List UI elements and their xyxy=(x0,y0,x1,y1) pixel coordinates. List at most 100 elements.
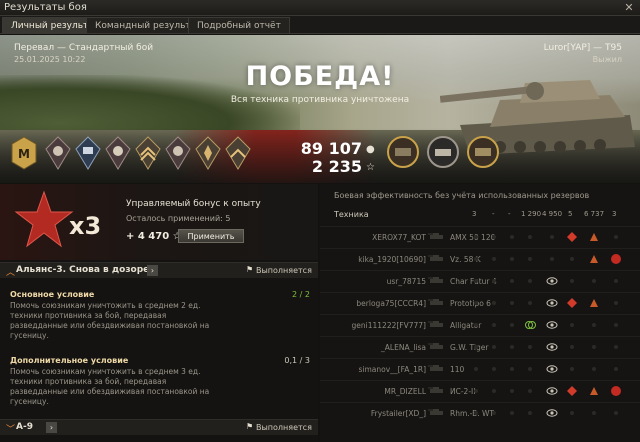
empty-stat-icon xyxy=(524,231,536,243)
empty-stat-icon xyxy=(610,231,622,243)
table-row[interactable]: XEROX77_KOT AMX 50 120 xyxy=(320,226,640,247)
credits-icon: ● xyxy=(366,144,375,155)
medal-5-icon[interactable] xyxy=(164,135,192,171)
table-row[interactable]: geni111222[FV777] Alligator xyxy=(320,314,640,335)
empty-stat-icon xyxy=(546,253,558,265)
header-destroyed: 3 xyxy=(612,210,617,218)
header-damage: 6 737 xyxy=(584,210,605,218)
empty-stat-icon xyxy=(524,341,536,353)
battle-date: 25.01.2025 10:22 xyxy=(14,55,86,64)
player-name: Frystailer[XD_] xyxy=(370,409,426,418)
medal-2-icon[interactable] xyxy=(74,135,102,171)
empty-stat-icon xyxy=(524,385,536,397)
header-col3: - xyxy=(508,210,511,218)
empty-stat-icon xyxy=(610,297,622,309)
arrow-right-icon[interactable]: › xyxy=(147,265,158,276)
svg-text:M: M xyxy=(18,147,30,161)
chevron-up-icon[interactable]: ︿ xyxy=(6,265,15,278)
medal-7-icon[interactable] xyxy=(224,135,252,171)
close-icon[interactable]: ✕ xyxy=(622,1,636,14)
medals-row: M xyxy=(10,135,252,175)
window-titlebar: Результаты боя ✕ xyxy=(0,0,640,16)
header-assist: 1 290 xyxy=(521,210,542,218)
player-name: berloga75[CCCR4] xyxy=(356,299,426,308)
critical-hit-icon xyxy=(588,385,600,397)
empty-stat-icon xyxy=(470,341,482,353)
tank-silhouette-icon xyxy=(428,231,446,241)
player-name: geni111222[FV777] xyxy=(351,321,426,330)
tab-detailed-report[interactable]: Подробный отчёт xyxy=(188,17,290,33)
player-name: simanov__[FA_1R] xyxy=(358,365,426,374)
empty-stat-icon xyxy=(610,341,622,353)
empty-stat-icon xyxy=(506,407,518,419)
destroyed-icon xyxy=(610,253,622,265)
header-crits: 5 xyxy=(568,210,573,218)
mission-title: А-9 xyxy=(16,422,33,432)
empty-stat-icon xyxy=(470,275,482,287)
empty-stat-icon xyxy=(506,385,518,397)
spotted-icon xyxy=(546,275,558,287)
flag-icon: ⚑ xyxy=(246,265,254,274)
critical-hit-icon xyxy=(588,297,600,309)
empty-stat-icon xyxy=(506,253,518,265)
mission-header[interactable]: ﹀ А-9 › ⚑ Выполняется xyxy=(0,419,318,435)
tank-silhouette-icon xyxy=(428,275,446,285)
tank-silhouette-icon xyxy=(428,297,446,307)
table-row[interactable]: kika_1920[10690] Vz. 58 K xyxy=(320,248,640,269)
mission-status: Выполняется xyxy=(256,266,312,275)
mission-header[interactable]: ︿ Альянс-3. Снова в дозоре › ⚑ Выполняет… xyxy=(0,262,318,278)
table-row[interactable]: Frystailer[XD_] Rhm.-B. WT xyxy=(320,402,640,423)
achievement-3-icon[interactable] xyxy=(466,135,500,169)
empty-stat-icon xyxy=(588,363,600,375)
empty-stat-icon xyxy=(566,363,578,375)
empty-stat-icon xyxy=(610,319,622,331)
empty-stat-icon xyxy=(524,407,536,419)
achievement-1-icon[interactable] xyxy=(386,135,420,169)
empty-stat-icon xyxy=(506,363,518,375)
table-row[interactable]: berloga75[CCCR4] Prototipo 6 xyxy=(320,292,640,313)
spotted-icon xyxy=(546,385,558,397)
table-row[interactable]: MR_DIZELL ИС-2-II xyxy=(320,380,640,401)
extra-condition: Дополнительное условие 0,1 / 3 Помочь со… xyxy=(10,356,310,407)
damage-icon xyxy=(566,231,578,243)
header-kills: 3 xyxy=(472,210,477,218)
empty-stat-icon xyxy=(610,275,622,287)
condition-title: Основное условие xyxy=(10,290,95,299)
table-row[interactable]: usr_78715 Char Futur 4 xyxy=(320,270,640,291)
empty-stat-icon xyxy=(566,341,578,353)
empty-stat-icon xyxy=(488,319,500,331)
empty-stat-icon xyxy=(488,253,500,265)
medal-3-icon[interactable] xyxy=(104,135,132,171)
apply-bonus-button[interactable]: Применить xyxy=(178,229,244,243)
battle-result-subtitle: Вся техника противника уничтожена xyxy=(230,95,410,105)
arrow-right-icon[interactable]: › xyxy=(46,422,57,433)
empty-stat-icon xyxy=(588,319,600,331)
bonus-remaining: Осталось применений: 5 xyxy=(126,214,231,223)
rank-m-icon[interactable]: M xyxy=(10,135,38,171)
tank-name: 110 xyxy=(450,365,465,374)
tank-silhouette-icon xyxy=(428,363,446,373)
empty-stat-icon xyxy=(470,407,482,419)
achievement-2-icon[interactable] xyxy=(426,135,460,169)
empty-stat-icon xyxy=(506,341,518,353)
medal-6-icon[interactable] xyxy=(194,135,222,171)
table-row[interactable]: simanov__[FA_1R] 110 xyxy=(320,358,640,379)
player-name: _ALENA_lisa xyxy=(381,343,426,352)
empty-stat-icon xyxy=(524,297,536,309)
medal-1-icon[interactable] xyxy=(44,135,72,171)
flag-icon: ⚑ xyxy=(246,422,254,431)
empty-stat-icon xyxy=(506,297,518,309)
battle-hero-banner: Перевал — Стандартный бой 25.01.2025 10:… xyxy=(0,35,640,183)
empty-stat-icon xyxy=(506,319,518,331)
spotted-icon xyxy=(546,341,558,353)
chevron-down-icon[interactable]: ﹀ xyxy=(6,422,15,435)
medal-4-icon[interactable] xyxy=(134,135,162,171)
table-row[interactable]: _ALENA_lisa G.W. Tiger xyxy=(320,336,640,357)
empty-stat-icon xyxy=(566,319,578,331)
spotted-icon xyxy=(546,297,558,309)
empty-stat-icon xyxy=(488,363,500,375)
xp-star-icon: ☆ xyxy=(366,162,375,173)
critical-hit-icon xyxy=(588,231,600,243)
tank-silhouette-icon xyxy=(428,385,446,395)
map-name: Перевал — Стандартный бой xyxy=(14,43,154,53)
